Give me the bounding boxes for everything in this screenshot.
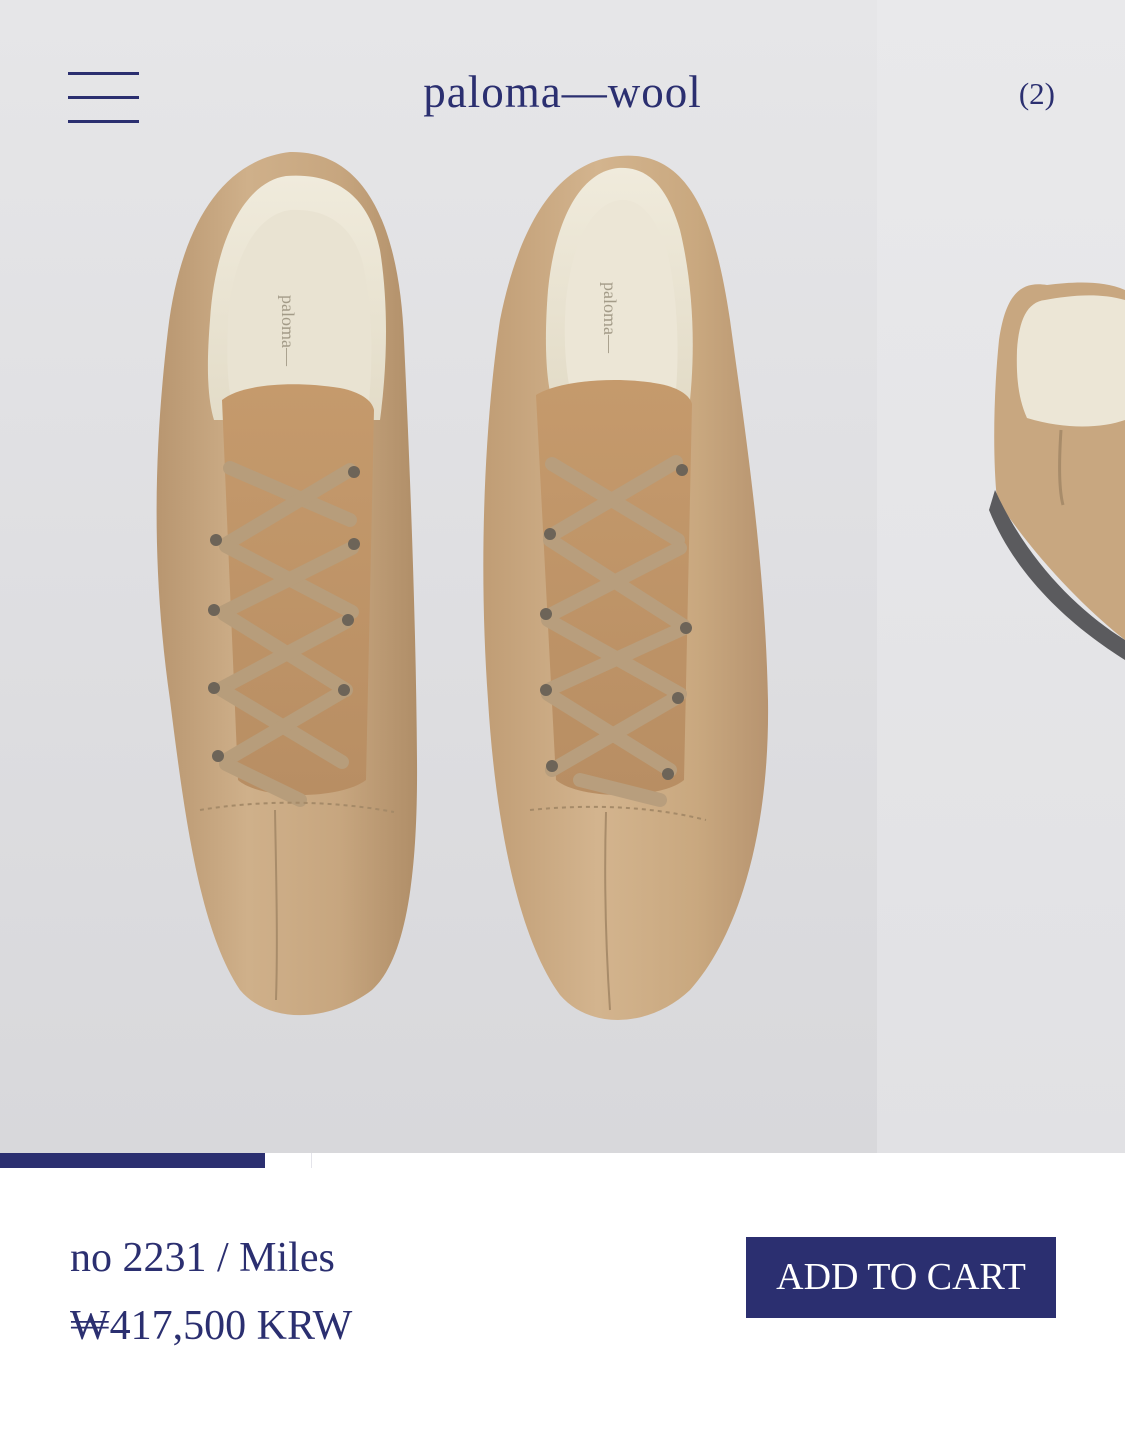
product-photo-shoe-side bbox=[989, 282, 1125, 660]
insole-print-left: paloma— bbox=[278, 295, 298, 367]
left-shoe: paloma— bbox=[156, 151, 418, 1016]
gallery-progress-bar bbox=[0, 1153, 312, 1168]
brand-logo[interactable]: paloma—wool bbox=[423, 67, 701, 117]
product-price: ₩417,500 KRW bbox=[70, 1303, 353, 1349]
gallery-slide-next[interactable] bbox=[877, 0, 1125, 1153]
product-image-gallery[interactable]: paloma— paloma— paloma—wool (2) bbox=[0, 0, 1125, 1153]
insole-print-right: paloma— bbox=[600, 282, 620, 354]
hamburger-menu-icon-line bbox=[68, 96, 139, 99]
product-photo-shoes-pair: paloma— paloma— bbox=[156, 151, 769, 1020]
hamburger-menu-icon-line bbox=[68, 120, 139, 123]
gallery-progress-fill bbox=[0, 1153, 265, 1168]
product-title: no 2231 / Miles bbox=[70, 1235, 335, 1281]
product-page: paloma— paloma— paloma—wool (2) no 2231 … bbox=[0, 0, 1125, 1429]
gallery-slide-main[interactable]: paloma— paloma— bbox=[0, 0, 877, 1153]
add-to-cart-button[interactable]: ADD TO CART bbox=[746, 1237, 1056, 1318]
hamburger-menu-icon bbox=[68, 72, 139, 75]
menu-button[interactable] bbox=[68, 72, 139, 124]
cart-count[interactable]: (2) bbox=[1019, 76, 1055, 112]
right-shoe: paloma— bbox=[483, 155, 769, 1020]
